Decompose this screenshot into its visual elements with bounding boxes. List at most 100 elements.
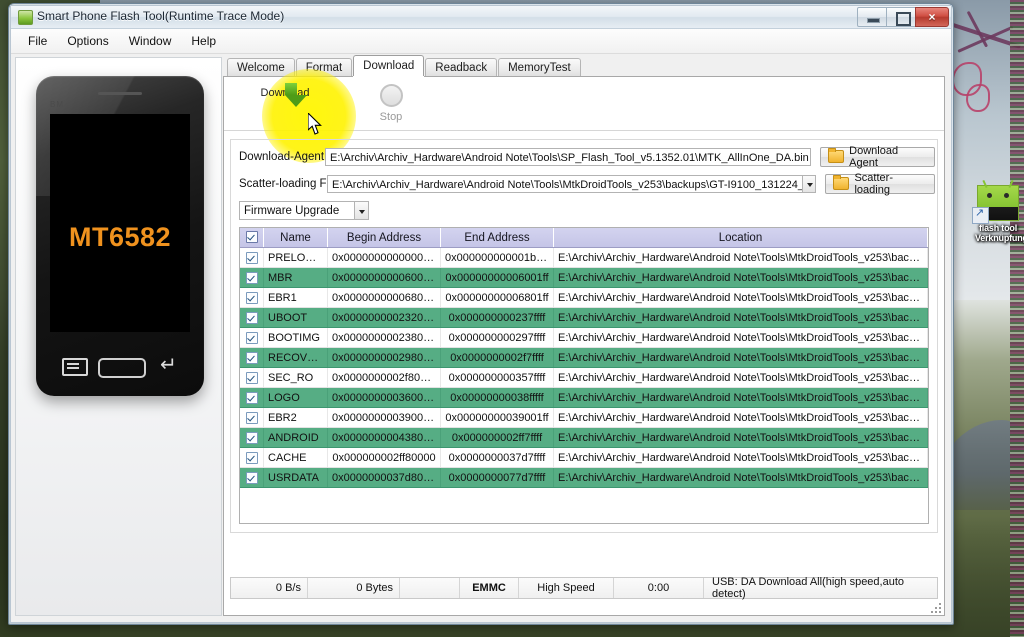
scatter-loading-browse-button[interactable]: Scatter-loading <box>825 172 935 196</box>
table-row[interactable]: BOOTIMG 0x0000000002380000 0x000000000297f… <box>240 327 928 348</box>
menu-item-file[interactable]: File <box>19 31 56 51</box>
phone-earpiece-icon <box>98 92 142 95</box>
header-name[interactable]: Name <box>263 228 328 248</box>
chevron-down-icon[interactable] <box>354 201 369 220</box>
row-checkbox-cell[interactable] <box>240 367 264 388</box>
table-row[interactable]: UBOOT 0x0000000002320000 0x000000000237fff… <box>240 307 928 328</box>
row-checkbox-cell[interactable] <box>240 447 264 468</box>
tab-memorytest[interactable]: MemoryTest <box>498 58 581 77</box>
table-row[interactable]: SEC_RO 0x0000000002f80000 0x000000000357ff… <box>240 367 928 388</box>
table-row[interactable]: RECOVERY 0x0000000002980000 0x0000000002f7… <box>240 347 928 368</box>
row-checkbox[interactable] <box>245 451 258 464</box>
resize-grip[interactable] <box>929 601 941 613</box>
tab-format[interactable]: Format <box>295 58 353 77</box>
desktop-icon-label-line1: flash tool <box>979 223 1017 233</box>
row-checkbox[interactable] <box>245 311 258 324</box>
partition-table-wrap[interactable]: Name Begin Address End Address Location … <box>239 227 929 524</box>
maximize-button[interactable] <box>886 7 917 27</box>
window-titlebar[interactable]: Smart Phone Flash Tool(Runtime Trace Mod… <box>11 6 951 29</box>
menubar: File Options Window Help <box>11 29 951 54</box>
row-checkbox[interactable] <box>245 331 258 344</box>
row-checkbox-cell[interactable] <box>240 467 264 488</box>
cell-end-address: 0x0000000077d7ffff <box>440 467 554 488</box>
row-checkbox[interactable] <box>245 271 258 284</box>
menu-item-window[interactable]: Window <box>120 31 181 51</box>
row-checkbox[interactable] <box>245 471 258 484</box>
menu-item-help[interactable]: Help <box>182 31 225 51</box>
cell-begin-address: 0x0000000002380000 <box>327 327 441 348</box>
table-row[interactable]: EBR2 0x0000000003900000 0x00000000039001ff… <box>240 407 928 428</box>
cell-begin-address: 0x0000000003600000 <box>327 387 441 408</box>
table-row[interactable]: LOGO 0x0000000003600000 0x00000000038fffff… <box>240 387 928 408</box>
tab-welcome[interactable]: Welcome <box>227 58 295 77</box>
cell-location: E:\Archiv\Archiv_Hardware\Android Note\T… <box>553 327 928 348</box>
header-begin-address[interactable]: Begin Address <box>327 228 441 248</box>
table-row[interactable]: CACHE 0x000000002ff80000 0x0000000037d7fff… <box>240 447 928 468</box>
table-row[interactable]: USRDATA 0x0000000037d80000 0x0000000077d7f… <box>240 467 928 488</box>
download-agent-label: Download-Agent <box>239 150 325 163</box>
status-bytes: 0 Bytes <box>308 578 400 598</box>
tab-download[interactable]: Download <box>353 55 425 76</box>
table-row[interactable]: EBR1 0x0000000000680000 0x00000000006801ff… <box>240 287 928 308</box>
cell-begin-address: 0x0000000037d80000 <box>327 467 441 488</box>
row-checkbox-cell[interactable] <box>240 247 264 268</box>
minimize-button[interactable] <box>857 7 888 27</box>
row-checkbox-cell[interactable] <box>240 407 264 428</box>
cell-name: CACHE <box>263 447 328 468</box>
header-location[interactable]: Location <box>553 228 928 248</box>
row-checkbox[interactable] <box>245 431 258 444</box>
scatter-loading-input[interactable]: E:\Archiv\Archiv_Hardware\Android Note\T… <box>327 174 802 193</box>
android-robot-icon <box>972 179 1019 224</box>
row-checkbox-cell[interactable] <box>240 347 264 368</box>
cell-name: LOGO <box>263 387 328 408</box>
row-checkbox-cell[interactable] <box>240 287 264 308</box>
header-end-address[interactable]: End Address <box>440 228 554 248</box>
mode-row: Firmware Upgrade <box>233 200 935 221</box>
cell-name: RECOVERY <box>263 347 328 368</box>
row-checkbox-cell[interactable] <box>240 427 264 448</box>
cell-begin-address: 0x0000000002320000 <box>327 307 441 328</box>
table-row[interactable]: PRELOADER0x00000000000000000x00000000000… <box>240 247 928 268</box>
table-row[interactable]: ANDROID 0x0000000004380000 0x000000002ff7f… <box>240 427 928 448</box>
cell-end-address: 0x00000000006801ff <box>440 287 554 308</box>
row-checkbox-cell[interactable] <box>240 267 264 288</box>
scatter-loading-row: Scatter-loading File E:\Archiv\Archiv_Ha… <box>233 172 935 196</box>
cell-end-address: 0x00000000006001ff <box>440 267 554 288</box>
app-window: Smart Phone Flash Tool(Runtime Trace Mod… <box>8 3 954 625</box>
close-button[interactable]: × <box>915 7 949 27</box>
row-checkbox[interactable] <box>245 351 258 364</box>
scatter-dropdown-chevron-down-icon[interactable] <box>801 174 817 193</box>
download-agent-input[interactable]: E:\Archiv\Archiv_Hardware\Android Note\T… <box>325 147 812 166</box>
table-row[interactable]: MBR 0x0000000000600000 0x00000000006001ff E… <box>240 267 928 288</box>
menu-item-options[interactable]: Options <box>58 31 117 51</box>
cell-name: EBR1 <box>263 287 328 308</box>
cell-name: USRDATA <box>263 467 328 488</box>
stop-button[interactable]: Stop <box>354 81 428 123</box>
row-checkbox[interactable] <box>245 391 258 404</box>
tab-readback[interactable]: Readback <box>425 58 498 77</box>
window-title: Smart Phone Flash Tool(Runtime Trace Mod… <box>37 9 285 23</box>
phone-navigation-keys: ↵ <box>36 354 204 380</box>
row-checkbox[interactable] <box>245 251 258 264</box>
cell-name: PRELOADER <box>263 247 328 268</box>
cell-begin-address: 0x0000000002f80000 <box>327 367 441 388</box>
download-mode-select[interactable]: Firmware Upgrade <box>239 201 369 220</box>
download-agent-browse-button[interactable]: Download Agent <box>820 145 935 169</box>
desktop-icon-flash-tool[interactable]: flash tool Verknüpfung <box>972 179 1024 243</box>
row-checkbox[interactable] <box>245 371 258 384</box>
download-button[interactable]: Download <box>248 81 322 107</box>
row-checkbox-cell[interactable] <box>240 387 264 408</box>
download-toolbar: Download Stop <box>224 69 944 163</box>
cell-location: E:\Archiv\Archiv_Hardware\Android Note\T… <box>553 267 928 288</box>
cell-end-address: 0x000000000297ffff <box>440 327 554 348</box>
status-elapsed: 0:00 <box>614 578 704 598</box>
row-checkbox[interactable] <box>245 411 258 424</box>
select-all-checkbox[interactable] <box>245 231 258 244</box>
row-checkbox-cell[interactable] <box>240 327 264 348</box>
cell-begin-address: 0x000000002ff80000 <box>327 447 441 468</box>
header-select-all[interactable] <box>240 228 264 248</box>
row-checkbox-cell[interactable] <box>240 307 264 328</box>
maximize-icon <box>896 12 911 26</box>
row-checkbox[interactable] <box>245 291 258 304</box>
cell-name: BOOTIMG <box>263 327 328 348</box>
